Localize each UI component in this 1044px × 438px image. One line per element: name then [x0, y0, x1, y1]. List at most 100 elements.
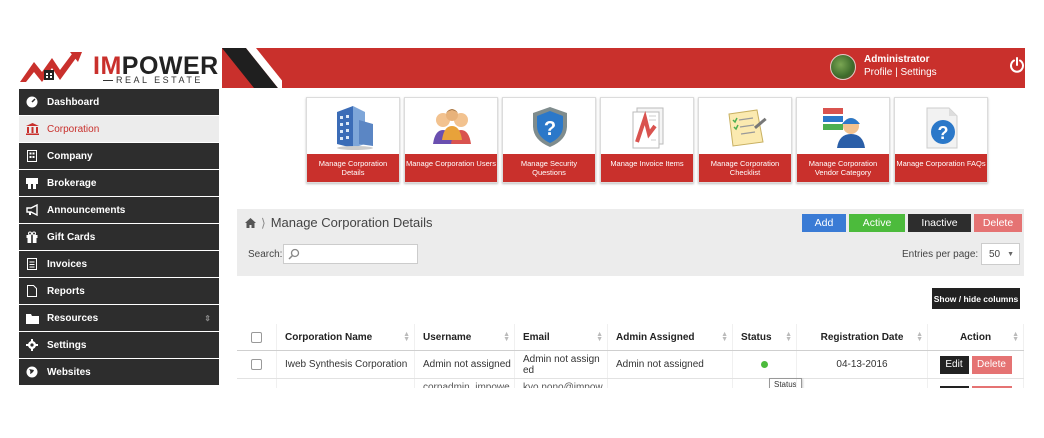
breadcrumb: ⟩ Manage Corporation Details	[245, 215, 433, 230]
entries-label: Entries per page:	[902, 249, 979, 260]
invoice-icon	[25, 257, 39, 271]
logo-mark-icon	[20, 52, 82, 82]
tile-label: Manage Corporation Checklist	[699, 154, 791, 182]
shield-question-icon: ?	[533, 107, 567, 147]
entries-per-page-select[interactable]: 50 ▼	[981, 243, 1020, 265]
entries-value: 50	[989, 248, 1001, 260]
checklist-icon	[728, 109, 767, 147]
sidebar-item-dashboard[interactable]: Dashboard	[19, 89, 219, 115]
viewport-clip	[0, 388, 1044, 438]
column-header[interactable]: Corporation Name ▲ ▼	[277, 324, 415, 350]
search-icon	[288, 248, 300, 260]
select-all-cell	[237, 324, 277, 350]
gear-icon	[25, 338, 39, 352]
sidebar-item-company[interactable]: Company	[19, 143, 219, 169]
profile-settings-link[interactable]: Profile | Settings	[864, 67, 937, 78]
corporation-name-cell: Iweb Synthesis Corporation	[277, 351, 415, 378]
sidebar-item-label: Invoices	[47, 258, 88, 270]
tile-label: Manage Corporation FAQs	[895, 154, 987, 182]
column-header[interactable]: Email ▲ ▼	[515, 324, 608, 350]
sidebar-item-resources[interactable]: Resources ⇕	[19, 305, 219, 331]
tile-corporation-faqs[interactable]: ? Manage Corporation FAQs	[894, 97, 988, 183]
column-header[interactable]: Status ▲ ▼	[733, 324, 797, 350]
table-header-row: Corporation Name ▲ ▼ Username ▲ ▼ Email ▲ ▼ Ad…	[237, 324, 1024, 351]
column-header[interactable]: Registration Date ▲ ▼	[797, 324, 928, 350]
help-document-icon: ?	[926, 107, 958, 149]
tile-security-questions[interactable]: ? Manage Security Questions	[502, 97, 596, 183]
avatar[interactable]	[830, 54, 856, 80]
sidebar-item-label: Websites	[47, 366, 91, 378]
admin-assigned-cell: Admin not assigned	[608, 351, 733, 378]
active-button[interactable]: Active	[849, 214, 905, 232]
search-input[interactable]	[283, 244, 418, 264]
home-icon[interactable]	[245, 217, 256, 228]
sort-icon: ▲ ▼	[785, 331, 792, 343]
user-name: Administrator	[864, 54, 930, 65]
sort-icon: ▲ ▼	[916, 331, 923, 343]
column-header-label: Corporation Name	[285, 331, 373, 343]
sidebar-item-corporation[interactable]: Corporation	[19, 116, 219, 142]
sidebar-item-gift-cards[interactable]: Gift Cards	[19, 224, 219, 250]
status-active-indicator[interactable]	[761, 361, 768, 368]
column-header-label: Admin Assigned	[616, 331, 695, 343]
sidebar-item-label: Announcements	[47, 204, 126, 216]
chevron-updown-icon: ⇕	[204, 314, 211, 323]
column-header-label: Status	[741, 331, 772, 343]
column-header[interactable]: Admin Assigned ▲ ▼	[608, 324, 733, 350]
row-select-cell	[237, 351, 277, 378]
status-cell	[733, 351, 797, 378]
manage-tiles: Manage Corporation Details Manage Corpor…	[306, 97, 992, 183]
add-button[interactable]: Add	[802, 214, 846, 232]
brand-logo[interactable]: IMPOWER REAL ESTATE	[20, 52, 218, 85]
pdf-document-icon	[632, 107, 664, 149]
sidebar-item-brokerage[interactable]: Brokerage	[19, 170, 219, 196]
sidebar-item-label: Brokerage	[47, 177, 97, 189]
action-buttons: Add Active Inactive Delete	[802, 214, 1022, 232]
row-checkbox[interactable]	[251, 359, 262, 370]
brokerage-icon	[25, 176, 39, 190]
sidebar-item-announcements[interactable]: Announcements	[19, 197, 219, 223]
tile-corporation-users[interactable]: Manage Corporation Users	[404, 97, 498, 183]
power-icon[interactable]	[1009, 57, 1025, 73]
column-header[interactable]: Username ▲ ▼	[415, 324, 515, 350]
username-cell: Admin not assigned	[415, 351, 515, 378]
tile-vendor-category[interactable]: Manage Corporation Vendor Category	[796, 97, 890, 183]
sidebar-item-label: Dashboard	[47, 96, 100, 108]
megaphone-icon	[25, 203, 39, 217]
top-bar: Administrator Profile | Settings	[222, 48, 1025, 88]
sort-icon: ▲ ▼	[1012, 331, 1019, 343]
panel-header: ⟩ Manage Corporation Details Add Active …	[237, 209, 1024, 276]
sort-icon: ▲ ▼	[721, 331, 728, 343]
chevron-down-icon: ▼	[1007, 251, 1014, 258]
building-icon	[25, 149, 39, 163]
sidebar-item-invoices[interactable]: Invoices	[19, 251, 219, 277]
tile-corporation-details[interactable]: Manage Corporation Details	[306, 97, 400, 183]
sidebar-item-label: Gift Cards	[47, 231, 96, 243]
tile-corporation-checklist[interactable]: Manage Corporation Checklist	[698, 97, 792, 183]
tile-label: Manage Security Questions	[503, 154, 595, 182]
sidebar-item-reports[interactable]: Reports	[19, 278, 219, 304]
svg-text:?: ?	[544, 118, 556, 140]
globe-icon	[25, 365, 39, 379]
sidebar-item-websites[interactable]: Websites	[19, 359, 219, 385]
tile-label: Manage Corporation Details	[307, 154, 399, 182]
row-delete-button[interactable]: Delete	[971, 355, 1012, 374]
inactive-button[interactable]: Inactive	[908, 214, 971, 232]
tile-invoice-items[interactable]: Manage Invoice Items	[600, 97, 694, 183]
sidebar-item-label: Corporation	[47, 123, 100, 135]
column-header-label: Registration Date	[820, 331, 904, 343]
table-row[interactable]: Iweb Synthesis Corporation Admin not ass…	[237, 351, 1024, 391]
edit-button[interactable]: Edit	[939, 355, 969, 374]
registration-date-cell: 04-13-2016	[797, 351, 928, 378]
tile-label: Manage Corporation Users	[405, 154, 497, 182]
delete-button[interactable]: Delete	[974, 214, 1022, 232]
action-cell: Edit Delete	[928, 351, 1024, 378]
column-header-label: Action	[959, 331, 992, 343]
column-header-label: Username	[423, 331, 472, 343]
select-all-checkbox[interactable]	[251, 331, 262, 343]
file-icon	[25, 284, 39, 298]
show-hide-columns-button[interactable]: Show / hide columns	[932, 288, 1020, 309]
sidebar-item-label: Reports	[47, 285, 85, 297]
column-header[interactable]: Action ▲ ▼	[928, 324, 1024, 350]
sidebar-item-settings[interactable]: Settings	[19, 332, 219, 358]
